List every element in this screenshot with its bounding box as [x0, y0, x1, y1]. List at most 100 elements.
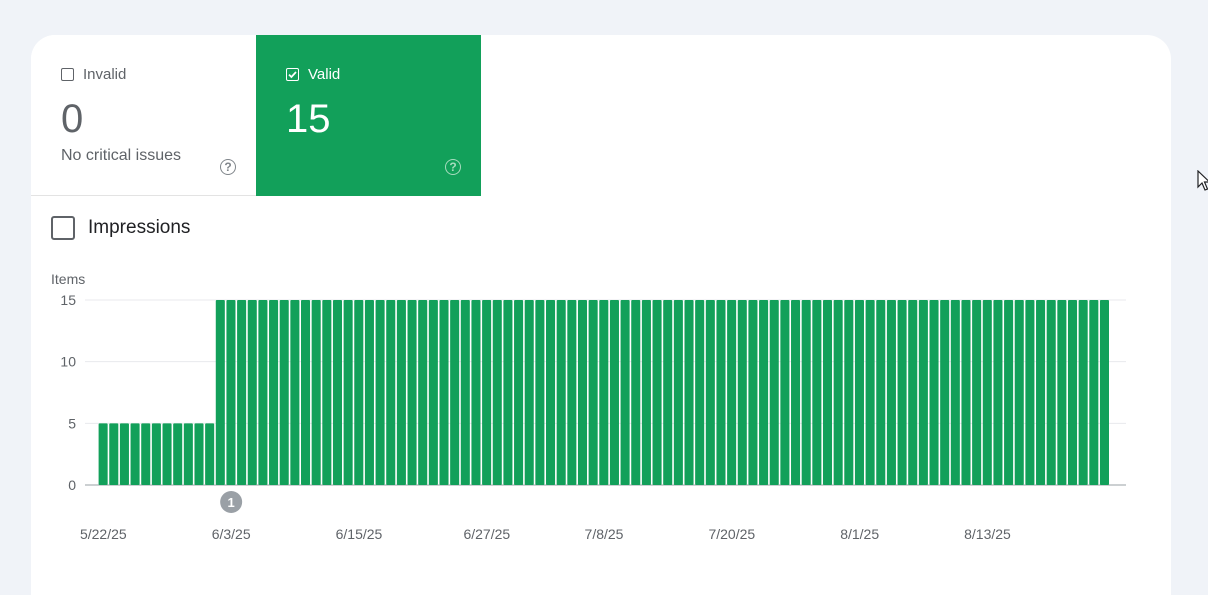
- x-tick-label: 7/20/25: [708, 526, 755, 542]
- x-tick-label: 6/15/25: [336, 526, 383, 542]
- bar: [119, 423, 129, 485]
- bar: [311, 300, 321, 485]
- bar: [918, 300, 928, 485]
- bar: [737, 300, 747, 485]
- bar: [663, 300, 673, 485]
- bar: [759, 300, 769, 485]
- bar: [854, 300, 864, 485]
- bar: [226, 300, 236, 485]
- bar: [588, 300, 598, 485]
- bar: [609, 300, 619, 485]
- bar: [130, 423, 140, 485]
- bar: [865, 300, 875, 485]
- bar: [173, 423, 183, 485]
- bar: [748, 300, 758, 485]
- x-tick-label: 7/8/25: [585, 526, 624, 542]
- bar: [620, 300, 630, 485]
- bar: [546, 300, 556, 485]
- bar: [439, 300, 449, 485]
- bar: [482, 300, 492, 485]
- bar: [418, 300, 428, 485]
- bar: [183, 423, 193, 485]
- bar: [1089, 300, 1099, 485]
- y-tick-label: 0: [68, 477, 76, 493]
- bar: [631, 300, 641, 485]
- bar: [141, 423, 151, 485]
- bar: [386, 300, 396, 485]
- bar: [215, 300, 225, 485]
- y-tick-label: 15: [60, 292, 76, 308]
- bar: [1014, 300, 1024, 485]
- bar: [290, 300, 300, 485]
- bar: [908, 300, 918, 485]
- bar: [727, 300, 737, 485]
- bar: [950, 300, 960, 485]
- bar: [322, 300, 332, 485]
- bar: [269, 300, 279, 485]
- bar: [162, 423, 172, 485]
- bar: [407, 300, 417, 485]
- bar: [929, 300, 939, 485]
- bar: [364, 300, 374, 485]
- bar: [460, 300, 470, 485]
- bar: [780, 300, 790, 485]
- bar: [812, 300, 822, 485]
- bar: [652, 300, 662, 485]
- bar: [972, 300, 982, 485]
- bar: [98, 423, 108, 485]
- bar: [396, 300, 406, 485]
- bar: [1036, 300, 1046, 485]
- bar: [886, 300, 896, 485]
- bar: [375, 300, 385, 485]
- bar: [1004, 300, 1014, 485]
- bar: [791, 300, 801, 485]
- mouse-pointer-icon: [1197, 170, 1208, 191]
- bar: [1099, 300, 1109, 485]
- y-tick-label: 5: [68, 415, 76, 431]
- bar: [535, 300, 545, 485]
- bar: [822, 300, 833, 485]
- bar: [684, 300, 694, 485]
- y-tick-label: 10: [60, 354, 76, 370]
- bar: [1078, 300, 1088, 485]
- bar: [705, 300, 715, 485]
- bar: [897, 300, 907, 485]
- bar: [450, 300, 460, 485]
- bar: [524, 300, 534, 485]
- bar: [876, 300, 886, 485]
- bar: [151, 423, 161, 485]
- bar: [844, 300, 854, 485]
- bar: [471, 300, 481, 485]
- bar: [258, 300, 268, 485]
- y-axis-title: Items: [51, 271, 85, 287]
- bar: [205, 423, 215, 485]
- bar: [769, 300, 779, 485]
- bar: [716, 300, 726, 485]
- bar: [247, 300, 257, 485]
- report-card: Invalid 0 No critical issues ? Valid 15 …: [31, 35, 1171, 595]
- bar: [556, 300, 566, 485]
- bar: [503, 300, 513, 485]
- x-tick-label: 6/3/25: [212, 526, 251, 542]
- bar: [833, 300, 843, 485]
- bar: [599, 300, 609, 485]
- bar: [428, 300, 438, 485]
- bar: [567, 300, 577, 485]
- bar: [695, 300, 705, 485]
- bar: [492, 300, 502, 485]
- bar: [1025, 300, 1035, 485]
- bar: [982, 300, 992, 485]
- bar: [237, 300, 247, 485]
- bar: [279, 300, 289, 485]
- bar: [194, 423, 204, 485]
- bar: [109, 423, 119, 485]
- items-bar-chart: Items 0 5 10 15 5/22/25 6/3/25 6/15/25 6/27/25 7/…: [51, 271, 1126, 542]
- bar: [301, 300, 311, 485]
- bar: [1057, 300, 1067, 485]
- bar: [940, 300, 950, 485]
- annotation-label: 1: [228, 495, 235, 510]
- bar: [1067, 300, 1078, 485]
- x-tick-label: 6/27/25: [463, 526, 510, 542]
- bar: [961, 300, 971, 485]
- bar: [641, 300, 651, 485]
